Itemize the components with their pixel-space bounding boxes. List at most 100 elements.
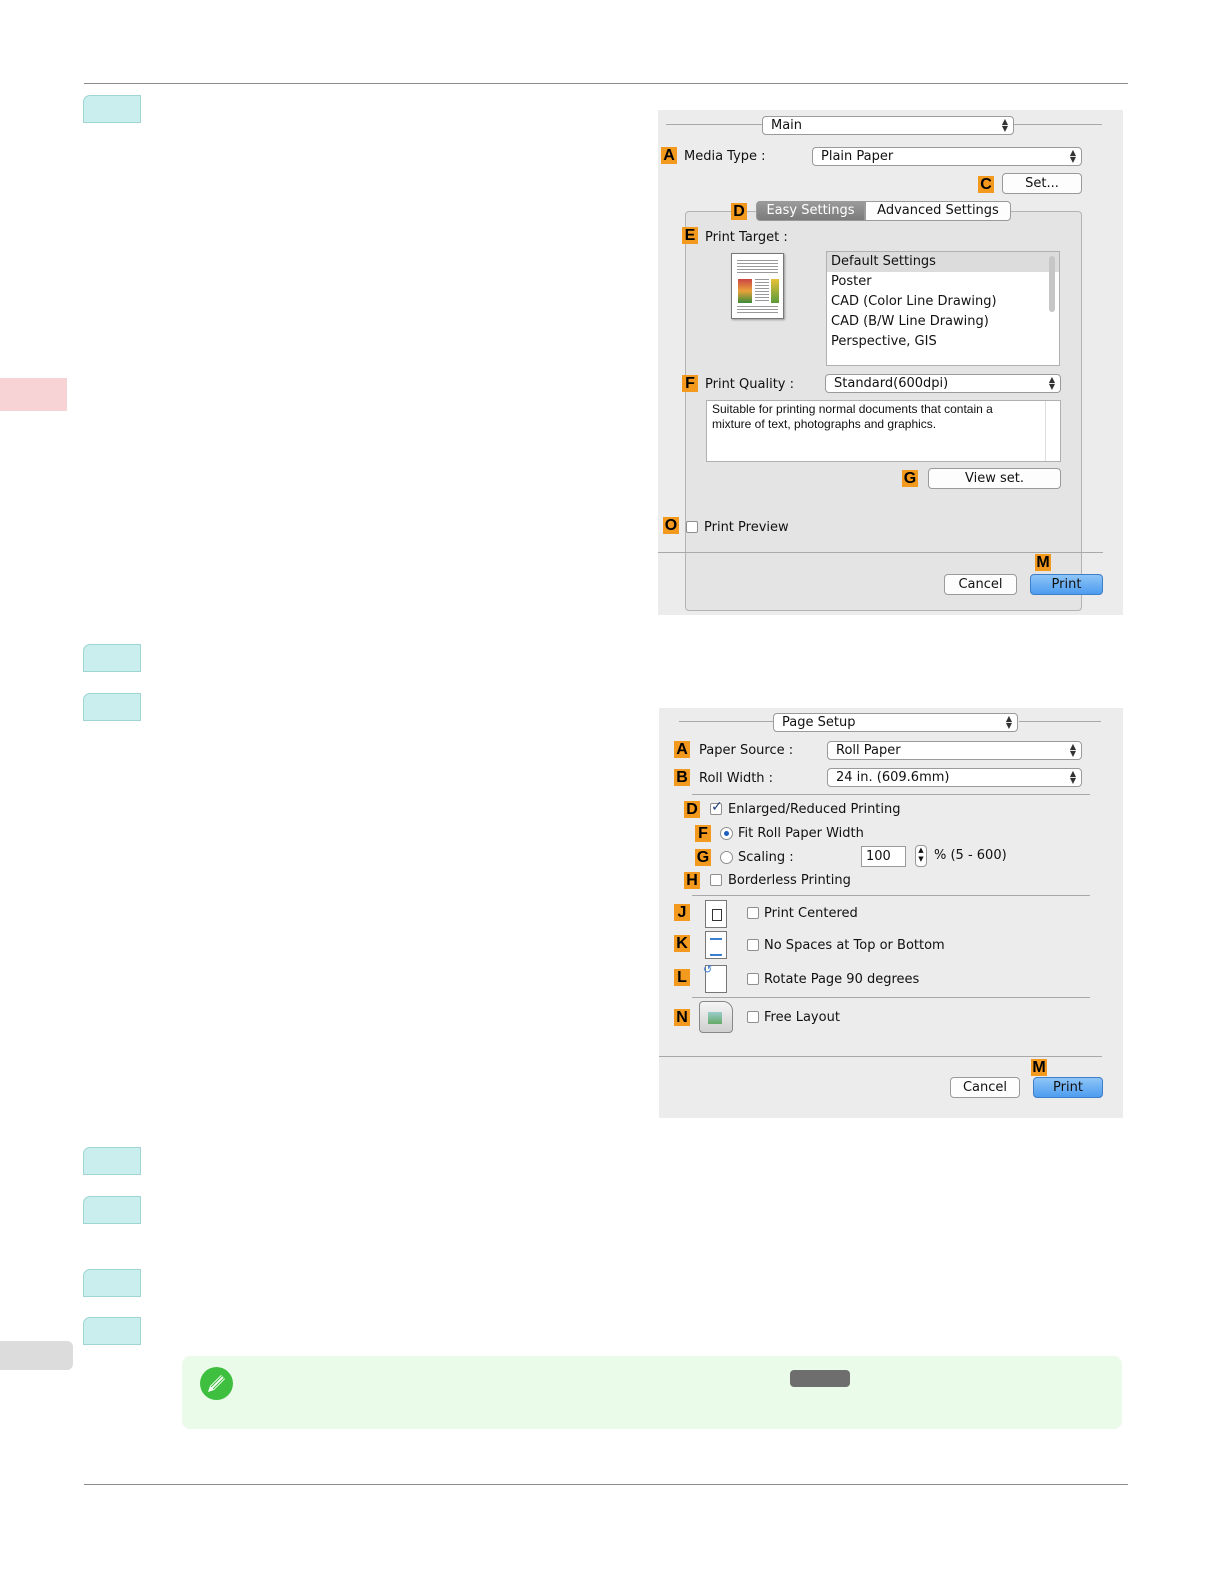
roll-width-value: 24 in. (609.6mm) xyxy=(836,770,950,785)
scaling-range: % (5 - 600) xyxy=(934,848,1007,863)
list-item[interactable]: CAD (B/W Line Drawing) xyxy=(827,312,1059,332)
print-button[interactable]: Print xyxy=(1030,574,1103,595)
marker-d: D xyxy=(684,801,700,818)
borderless-printing-checkbox[interactable] xyxy=(710,874,722,886)
panel-popup[interactable]: Main ▲ ▼ xyxy=(762,116,1014,135)
marker-m: M xyxy=(1031,1059,1047,1076)
updown-arrows-icon: ▲ ▼ xyxy=(1001,117,1008,133)
chapter-side-tab xyxy=(0,378,67,411)
list-item[interactable]: Perspective, GIS xyxy=(827,332,1059,352)
fit-roll-paper-width-label: Fit Roll Paper Width xyxy=(738,826,864,841)
divider xyxy=(692,997,1090,998)
marker-k: K xyxy=(674,935,690,952)
free-layout-checkbox[interactable] xyxy=(747,1011,759,1023)
marker-d: D xyxy=(731,203,747,220)
updown-arrows-icon: ▲ ▼ xyxy=(1005,714,1012,730)
enlarged-reduced-checkbox[interactable] xyxy=(710,799,723,815)
marker-m: M xyxy=(1035,554,1051,571)
note-box xyxy=(182,1356,1122,1429)
list-scrollbar[interactable] xyxy=(1049,256,1055,312)
marker-f: F xyxy=(682,375,698,392)
set-button[interactable]: Set... xyxy=(1002,173,1082,194)
rotate-page-label: Rotate Page 90 degrees xyxy=(764,972,920,987)
list-item[interactable]: Poster xyxy=(827,272,1059,292)
no-spaces-checkbox[interactable] xyxy=(747,939,759,951)
updown-arrows-icon: ▲ ▼ xyxy=(1069,769,1076,785)
step-marker xyxy=(83,693,141,721)
print-target-list[interactable]: Default Settings Poster CAD (Color Line … xyxy=(826,251,1060,366)
cancel-button[interactable]: Cancel xyxy=(944,574,1017,595)
roll-width-popup[interactable]: 24 in. (609.6mm) ▲ ▼ xyxy=(827,768,1082,787)
marker-n: N xyxy=(674,1009,690,1026)
marker-a: A xyxy=(661,147,677,164)
updown-arrows-icon: ▲ ▼ xyxy=(1069,742,1076,758)
step-marker xyxy=(83,1317,141,1345)
section-side-tab xyxy=(0,1341,73,1370)
divider xyxy=(679,721,773,722)
cancel-button[interactable]: Cancel xyxy=(950,1077,1020,1098)
divider xyxy=(692,794,1090,795)
updown-arrows-icon: ▲ ▼ xyxy=(1048,375,1055,391)
marker-h: H xyxy=(684,872,700,889)
rotate-page-checkbox[interactable] xyxy=(747,973,759,985)
print-preview-label: Print Preview xyxy=(704,520,789,535)
paper-source-popup[interactable]: Roll Paper ▲ ▼ xyxy=(827,741,1082,760)
divider xyxy=(659,1056,1102,1057)
print-quality-value: Standard(600dpi) xyxy=(834,376,949,391)
divider xyxy=(692,895,1090,896)
marker-o: O xyxy=(663,517,679,534)
scaling-input[interactable]: 100 xyxy=(861,846,906,867)
keyboard-key-placeholder xyxy=(790,1370,850,1387)
description-scrollbar[interactable] xyxy=(1045,401,1060,461)
paper-source-value: Roll Paper xyxy=(836,743,901,758)
media-type-value: Plain Paper xyxy=(821,149,894,164)
divider xyxy=(666,124,762,125)
view-set-button[interactable]: View set. xyxy=(928,468,1061,489)
print-target-thumbnail-icon xyxy=(731,253,784,319)
thumb-text-block xyxy=(737,306,778,314)
marker-a: A xyxy=(674,741,690,758)
step-marker xyxy=(83,95,141,123)
thumb-text-block xyxy=(737,260,778,274)
media-type-popup[interactable]: Plain Paper ▲ ▼ xyxy=(812,147,1082,166)
list-item[interactable]: CAD (Color Line Drawing) xyxy=(827,292,1059,312)
thumb-text-block xyxy=(755,279,769,303)
print-target-label: Print Target : xyxy=(705,230,788,245)
media-type-label: Media Type : xyxy=(684,149,766,164)
print-dialog-page-setup: Page Setup ▲ ▼ A Paper Source : Roll Paper… xyxy=(659,708,1123,1118)
marker-c: C xyxy=(978,176,994,193)
step-marker xyxy=(83,1269,141,1297)
scaling-label: Scaling : xyxy=(738,850,794,865)
marker-l: L xyxy=(674,969,690,986)
free-layout-icon xyxy=(699,1001,733,1033)
thumb-photo-block xyxy=(771,279,779,303)
scaling-stepper[interactable]: ▲ ▼ xyxy=(915,845,927,867)
top-rule xyxy=(84,83,1128,84)
updown-arrows-icon: ▲ ▼ xyxy=(1069,148,1076,164)
panel-popup[interactable]: Page Setup ▲ ▼ xyxy=(773,713,1018,732)
scaling-radio[interactable] xyxy=(720,851,733,864)
divider xyxy=(1014,124,1102,125)
print-preview-checkbox[interactable] xyxy=(686,521,698,533)
bottom-rule xyxy=(84,1484,1128,1485)
list-item[interactable]: Default Settings xyxy=(827,252,1059,272)
step-marker xyxy=(83,644,141,672)
tab-advanced-settings[interactable]: Advanced Settings xyxy=(865,201,1011,221)
print-quality-popup[interactable]: Standard(600dpi) ▲ ▼ xyxy=(825,374,1061,393)
step-marker xyxy=(83,1196,141,1224)
marker-f: F xyxy=(695,825,711,842)
print-button[interactable]: Print xyxy=(1033,1077,1103,1098)
enlarged-reduced-label: Enlarged/Reduced Printing xyxy=(728,802,901,817)
thumb-photo-block xyxy=(738,279,752,303)
print-centered-checkbox[interactable] xyxy=(747,907,759,919)
print-quality-label: Print Quality : xyxy=(705,377,795,392)
marker-b: B xyxy=(674,769,690,786)
pencil-note-icon xyxy=(199,1366,234,1401)
no-spaces-label: No Spaces at Top or Bottom xyxy=(764,938,945,953)
tab-easy-settings[interactable]: Easy Settings xyxy=(756,201,865,221)
fit-roll-paper-width-radio[interactable] xyxy=(720,827,733,840)
paper-source-label: Paper Source : xyxy=(699,743,794,758)
panel-popup-value: Page Setup xyxy=(782,715,856,730)
rotate-page-icon: ↺ xyxy=(703,963,727,993)
panel-popup-value: Main xyxy=(771,118,803,133)
